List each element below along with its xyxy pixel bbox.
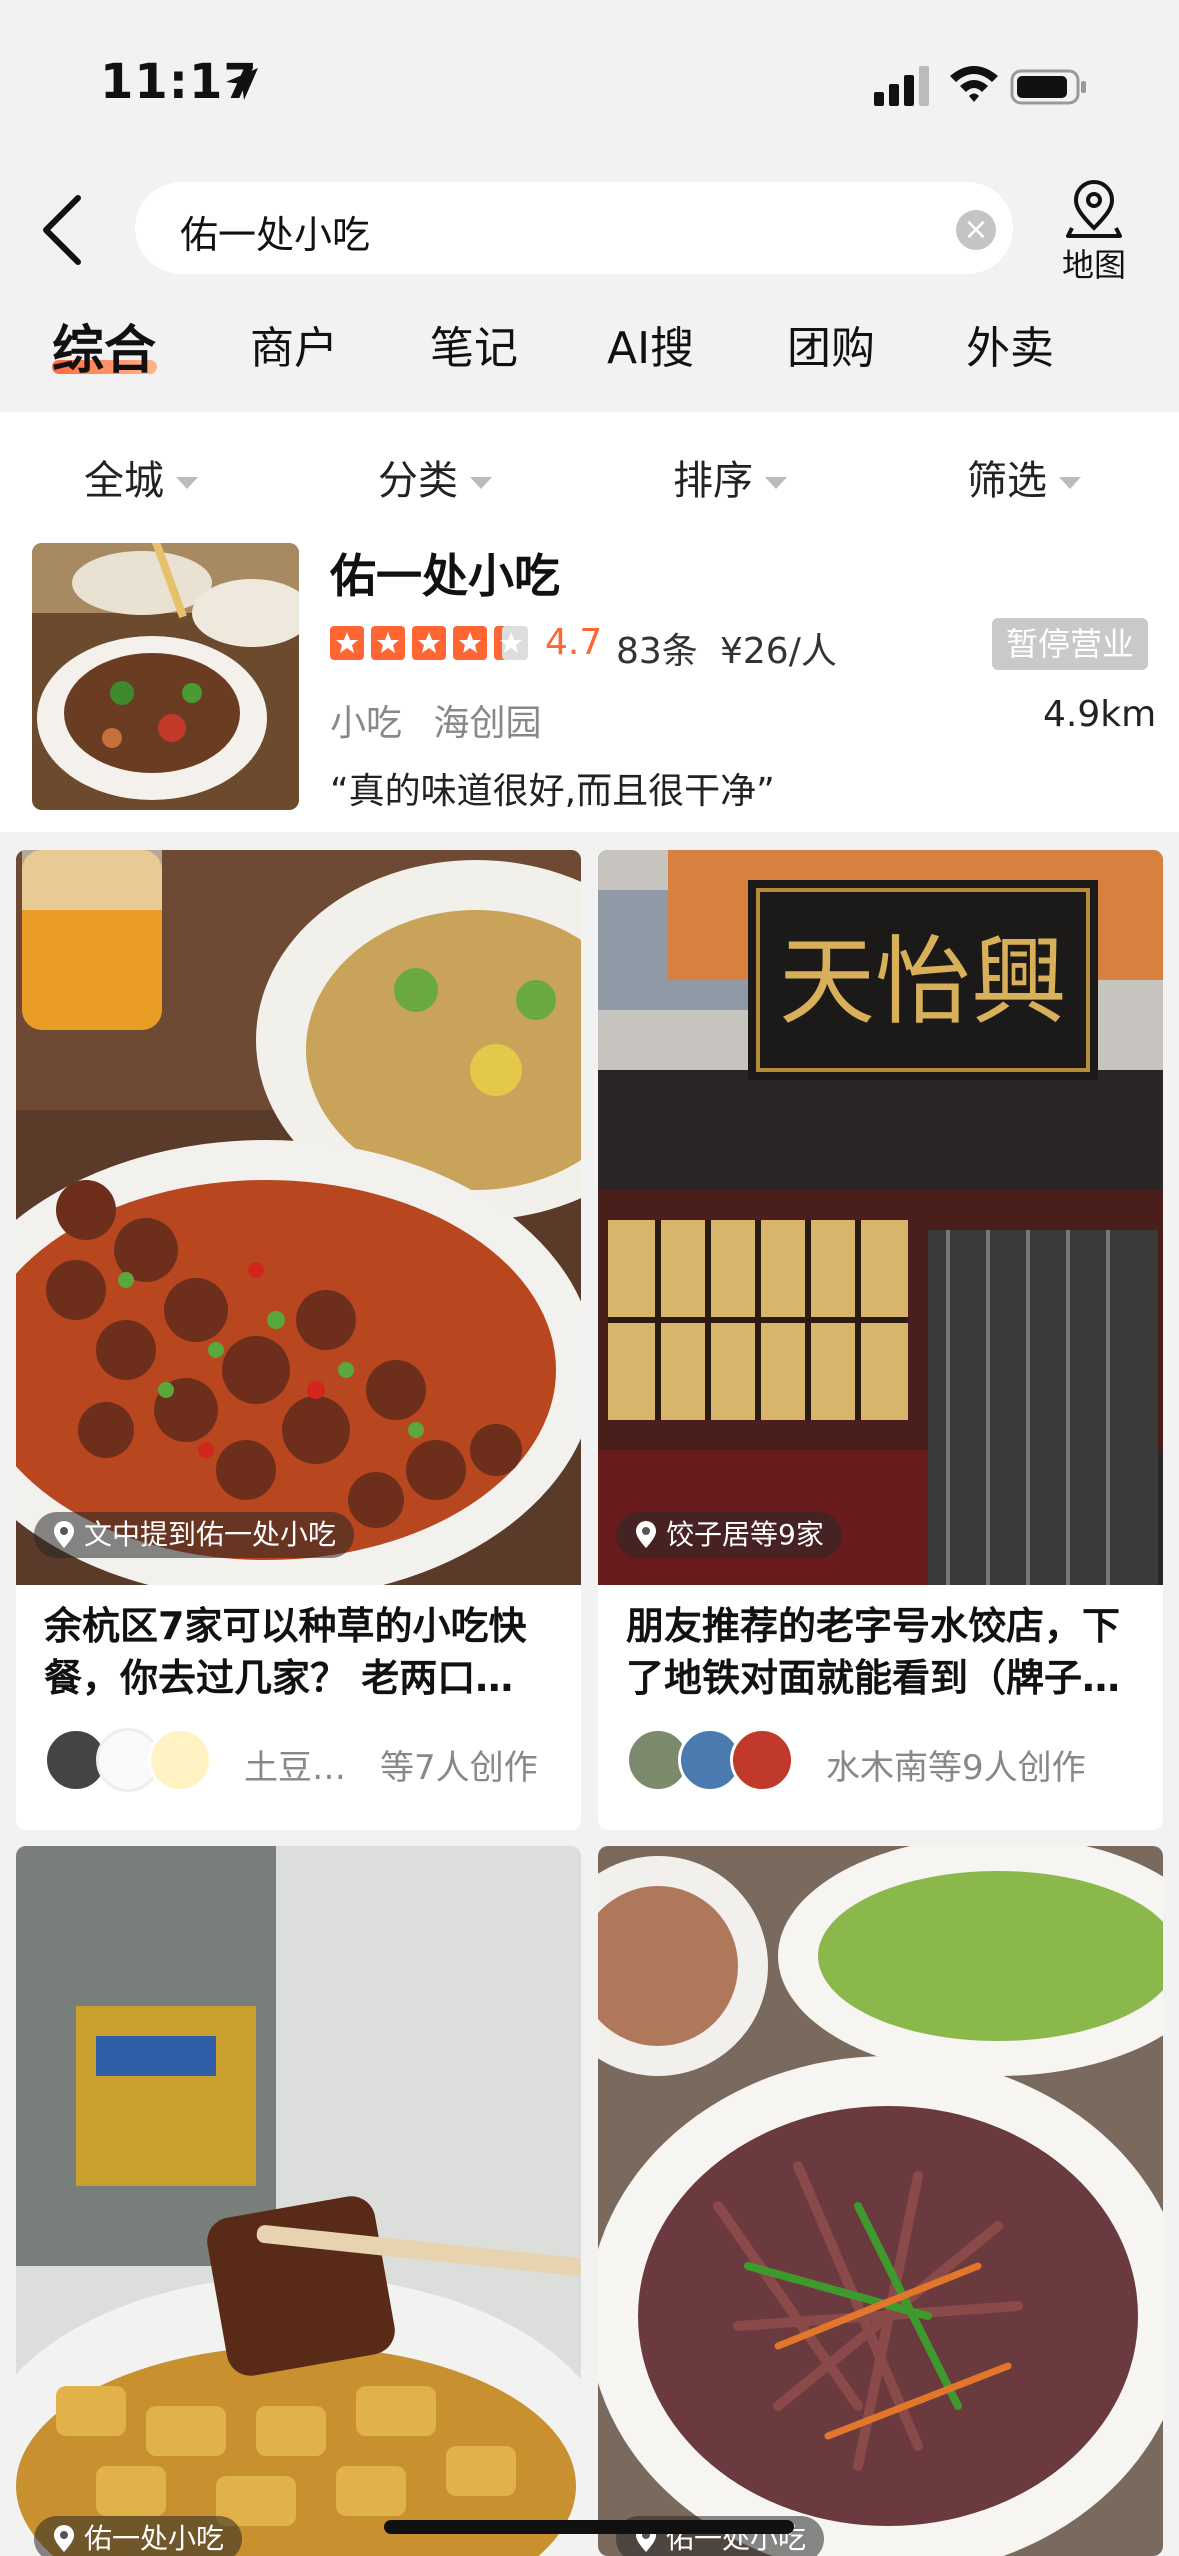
tab-delivery[interactable]: 外卖 (966, 312, 1054, 376)
tab-notes[interactable]: 笔记 (430, 312, 518, 376)
map-button-label[interactable]: 地图 (1062, 240, 1126, 286)
filter-sort[interactable]: 排序 (673, 448, 787, 506)
back-icon[interactable] (38, 192, 88, 268)
dropdown-caret-icon (470, 477, 492, 489)
shop-avg-price: ¥26/人 (720, 631, 837, 672)
tab-group-buy[interactable]: 团购 (787, 312, 875, 376)
shop-sign-text: 天怡興 (779, 926, 1067, 1038)
note-creators: 水木南等9人创作 (826, 1748, 1086, 1788)
location-pin-icon (54, 2525, 74, 2552)
location-pill: 饺子居等9家 (616, 1512, 842, 1558)
shop-area: 海创园 (433, 703, 542, 744)
location-pin-icon (54, 1521, 74, 1548)
note-card[interactable]: 文中提到佑一处小吃 余杭区7家可以种草的小吃快餐，你去过几家？ 老两口… 土豆…… (16, 850, 581, 1830)
location-pill: 佑一处小吃 (34, 2516, 243, 2556)
location-pill: 文中提到佑一处小吃 (34, 1512, 355, 1558)
shop-category: 小吃 (330, 703, 403, 744)
note-photo-braised-beef (16, 1846, 581, 2556)
note-title[interactable]: 余杭区7家可以种草的小吃快餐，你去过几家？ 老两口… (44, 1600, 564, 1704)
note-card[interactable]: 佑一处小吃 (16, 1846, 581, 2556)
avatar (730, 1728, 794, 1792)
location-pin-icon (636, 1521, 656, 1548)
star-rating (330, 626, 528, 660)
home-indicator[interactable] (384, 2520, 794, 2534)
tab-merchants[interactable]: 商户 (250, 312, 338, 376)
note-card[interactable]: 佑一处小吃 (598, 1846, 1163, 2556)
cellular-signal-icon (874, 66, 929, 106)
dropdown-caret-icon (176, 477, 198, 489)
shop-review-count: 83条 (616, 631, 698, 672)
avatar (148, 1728, 212, 1792)
shop-name[interactable]: 佑一处小吃 (330, 540, 560, 606)
note-photo-storefront: 天怡興 (598, 850, 1163, 1585)
note-photo-meatballs (16, 850, 581, 1585)
map-pin-icon[interactable] (1066, 178, 1122, 238)
tab-ai-search[interactable]: AI搜 (607, 312, 694, 376)
clear-search-icon[interactable]: × (956, 210, 996, 250)
tab-comprehensive[interactable]: 综合 (52, 308, 156, 383)
note-photo-stir-fry (598, 1846, 1163, 2556)
shop-thumbnail[interactable] (32, 543, 299, 810)
shop-tags: 小吃 海创园 (330, 694, 541, 746)
filter-more[interactable]: 筛选 (967, 448, 1081, 506)
status-badge: 暂停营业 (992, 618, 1148, 670)
location-arrow-icon (226, 68, 258, 100)
search-query[interactable]: 佑一处小吃 (180, 204, 370, 259)
note-title[interactable]: 朋友推荐的老字号水饺店，下了地铁对面就能看到（牌子… (626, 1600, 1146, 1704)
shop-review-quote: “真的味道很好,而且很干净” (330, 771, 775, 812)
dropdown-caret-icon (1059, 477, 1081, 489)
shop-rating: 4.7 (545, 622, 603, 663)
battery-icon (1010, 69, 1086, 105)
note-card[interactable]: 天怡興 饺子居等9家 朋友推荐的老字号水饺店，下了地铁对面就能看到（牌子… 水木… (598, 850, 1163, 1830)
filter-category[interactable]: 分类 (378, 448, 492, 506)
shop-distance: 4.9km (1043, 694, 1157, 735)
filter-city[interactable]: 全城 (84, 448, 198, 506)
dropdown-caret-icon (765, 477, 787, 489)
creator-avatars (626, 1728, 826, 1798)
note-creators: 等7人创作 (380, 1748, 538, 1788)
wifi-icon (950, 66, 998, 102)
note-author: 土豆… (244, 1748, 346, 1788)
creator-avatars (44, 1728, 244, 1798)
